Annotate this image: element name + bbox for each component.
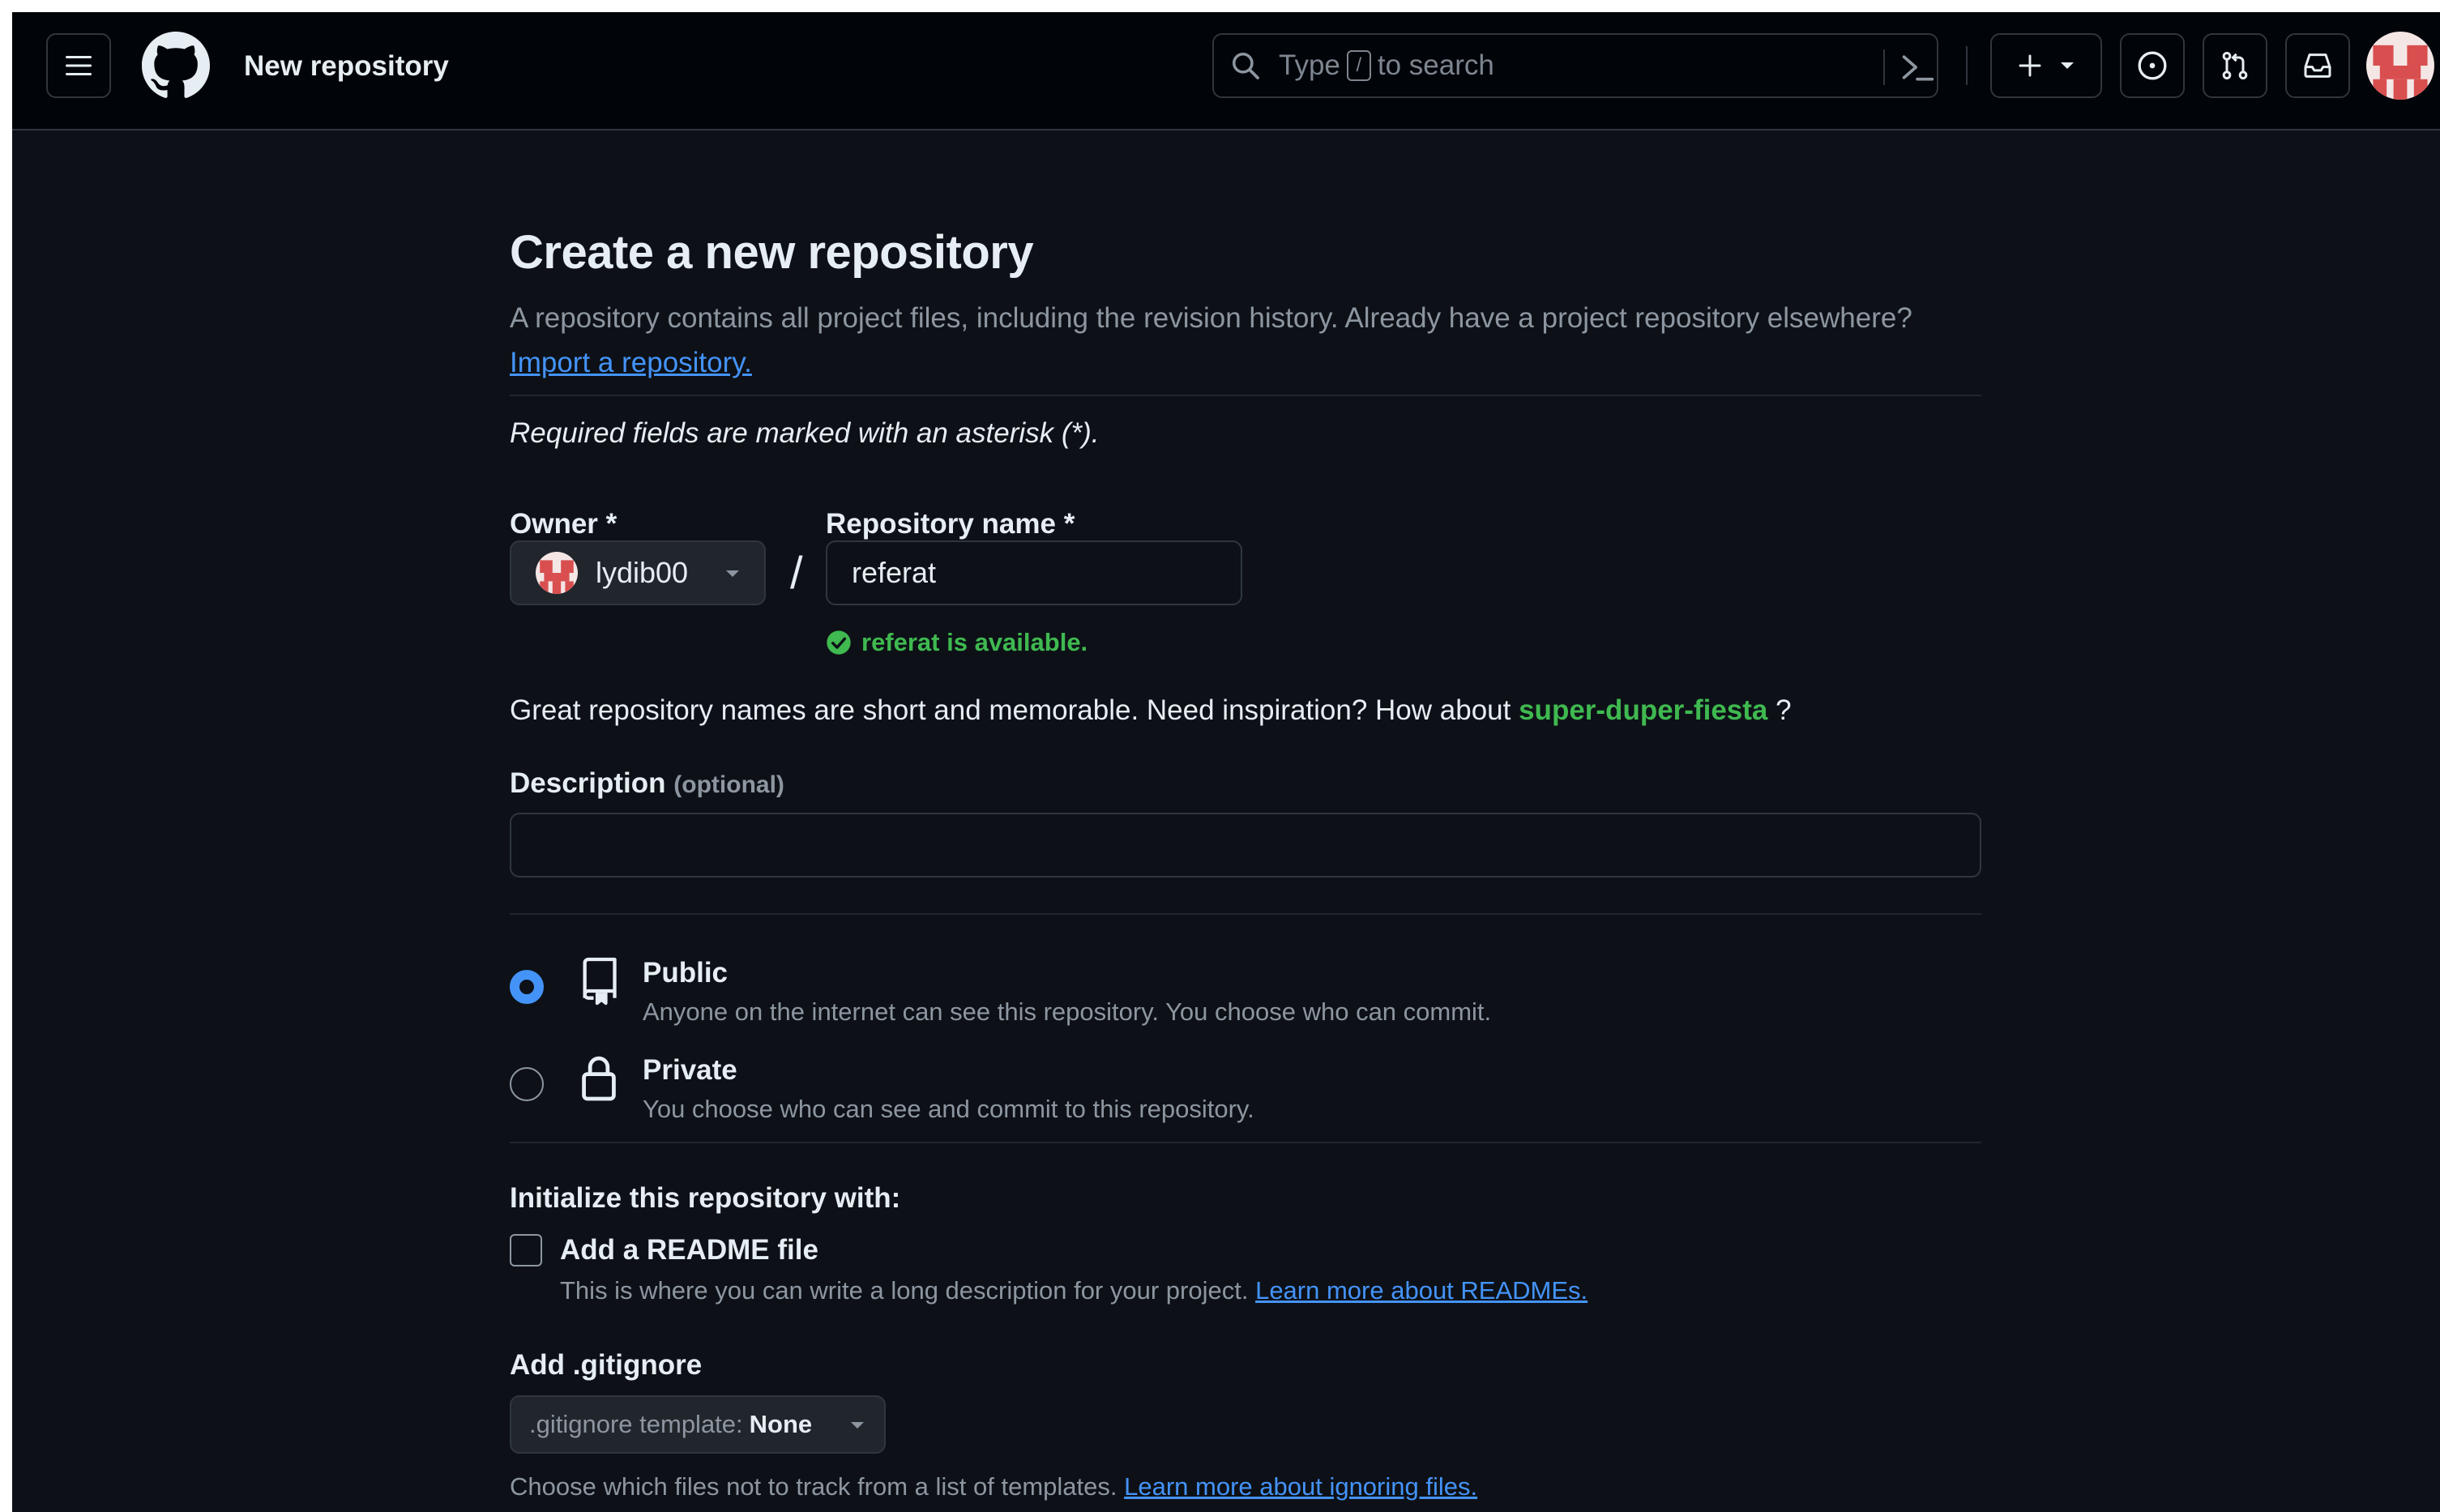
public-radio[interactable] — [510, 970, 544, 1004]
optional-tag: (optional) — [673, 771, 784, 798]
description-label: Description (optional) — [510, 766, 784, 803]
caret-down-icon — [2061, 62, 2074, 69]
divider — [510, 395, 1981, 396]
readme-label[interactable]: Add a README file — [560, 1232, 818, 1268]
app-frame: New repository Type / to search Create a… — [12, 12, 2440, 1512]
owner-name: lydib00 — [596, 556, 689, 589]
global-header: New repository Type / to search — [12, 12, 2440, 130]
divider — [510, 1142, 1981, 1143]
required-fields-note: Required fields are marked with an aster… — [510, 417, 1100, 449]
issue-opened-icon — [2138, 51, 2167, 80]
public-description: Anyone on the internet can see this repo… — [643, 997, 1492, 1026]
owner-select[interactable]: lydib00 — [510, 540, 766, 605]
name-inspiration: Great repository names are short and mem… — [510, 693, 1792, 728]
repository-name-label: Repository name * — [826, 508, 1075, 540]
description-label-text: Description — [510, 767, 666, 799]
suggested-name-button[interactable]: super-duper-fiesta — [1519, 694, 1767, 726]
git-pull-request-icon — [2222, 52, 2248, 80]
visibility-private-option[interactable]: Private You choose who can see and commi… — [510, 1053, 1981, 1134]
page-title: Create a new repository — [510, 226, 1034, 279]
inbox-icon — [2304, 53, 2331, 78]
inbox-button[interactable] — [2285, 33, 2350, 98]
avatar-identicon — [2366, 32, 2434, 100]
hamburger-icon — [66, 56, 92, 75]
inspiration-text: Great repository names are short and mem… — [510, 694, 1511, 726]
gitignore-select-value: None — [749, 1410, 813, 1438]
context-title[interactable]: New repository — [244, 49, 449, 83]
check-circle-fill-icon — [827, 630, 851, 655]
public-title: Public — [643, 957, 729, 989]
description-input[interactable] — [510, 813, 1981, 878]
divider — [510, 913, 1981, 915]
learn-more-ignoring-files-link[interactable]: Learn more about ignoring files. — [1124, 1472, 1477, 1501]
owner-identicon — [536, 552, 578, 594]
caret-down-icon — [726, 570, 739, 577]
availability-message: referat is available. — [826, 628, 1088, 657]
search-placeholder: Type / to search — [1279, 49, 1494, 82]
owner-label: Owner * — [510, 508, 617, 540]
plus-icon — [2019, 54, 2041, 77]
readme-help: This is where you can write a long descr… — [560, 1275, 1587, 1307]
repository-name-input[interactable] — [826, 540, 1242, 605]
search-prefix: Type — [1279, 49, 1340, 81]
learn-more-readmes-link[interactable]: Learn more about READMEs. — [1255, 1276, 1587, 1305]
create-new-button[interactable] — [1990, 33, 2102, 98]
slash-key-hint: / — [1346, 50, 1371, 81]
intro-description: A repository contains all project files,… — [510, 302, 1912, 334]
gitignore-description: Choose which files not to track from a l… — [510, 1472, 1117, 1501]
command-palette-icon[interactable] — [1899, 49, 1935, 85]
intro-text: A repository contains all project files,… — [510, 296, 1981, 385]
inspiration-suffix: ? — [1776, 694, 1792, 726]
menu-button[interactable] — [46, 33, 111, 98]
private-title: Private — [643, 1054, 737, 1086]
user-avatar[interactable] — [2366, 32, 2434, 100]
search-suffix: to search — [1377, 49, 1494, 81]
gitignore-help: Choose which files not to track from a l… — [510, 1471, 1477, 1503]
readme-checkbox[interactable] — [510, 1234, 542, 1266]
lock-icon — [582, 1056, 616, 1101]
issues-button[interactable] — [2120, 33, 2185, 98]
gitignore-heading: Add .gitignore — [510, 1349, 703, 1381]
caret-down-icon — [851, 1422, 864, 1429]
gitignore-select-prefix: .gitignore template: — [529, 1410, 743, 1438]
search-divider — [1883, 49, 1885, 85]
visibility-public-option[interactable]: Public Anyone on the internet can see th… — [510, 955, 1981, 1036]
header-divider — [1966, 46, 1968, 85]
private-radio[interactable] — [510, 1067, 544, 1101]
readme-description: This is where you can write a long descr… — [560, 1276, 1249, 1305]
search-input[interactable]: Type / to search — [1212, 33, 1938, 98]
pull-requests-button[interactable] — [2203, 33, 2267, 98]
owner-repo-separator: / — [790, 547, 803, 598]
repo-icon — [583, 957, 617, 1006]
github-logo-icon[interactable] — [142, 32, 210, 100]
owner-avatar — [536, 552, 578, 594]
import-repository-link[interactable]: Import a repository. — [510, 347, 752, 378]
initialize-heading: Initialize this repository with: — [510, 1182, 901, 1214]
search-icon — [1233, 53, 1259, 79]
gitignore-template-select[interactable]: .gitignore template: None — [510, 1395, 886, 1454]
private-description: You choose who can see and commit to thi… — [643, 1095, 1254, 1123]
availability-text: referat is available. — [861, 628, 1088, 656]
